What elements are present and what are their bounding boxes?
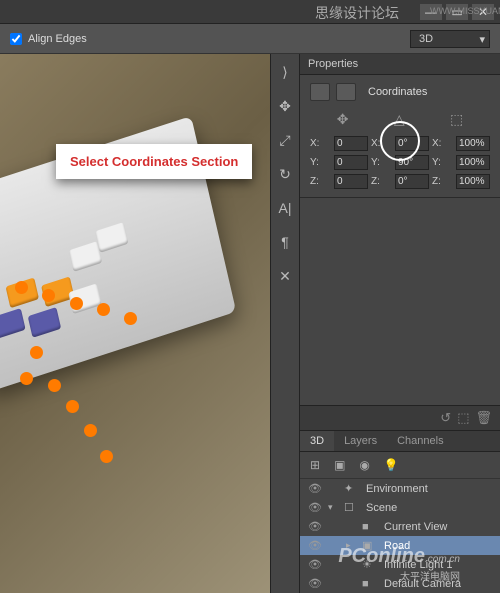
x-scale-input[interactable] (456, 136, 490, 151)
x-rot-label: X: (371, 138, 392, 149)
type-icon: ■ (362, 578, 378, 590)
visibility-icon[interactable]: 👁 (308, 501, 322, 514)
collapsed-panel-strip: ⟩ ✥ ⤢ ↻ A| ¶ ✕ (270, 54, 300, 593)
item-label: Environment (366, 483, 428, 495)
tab-channels[interactable]: Channels (387, 431, 453, 451)
path-point[interactable] (15, 281, 28, 294)
item-label: Scene (366, 502, 397, 514)
coordinates-heading: Coordinates (368, 86, 427, 98)
scene-item-scene[interactable]: 👁 ▾ ☐ Scene (300, 498, 500, 517)
path-point[interactable] (70, 297, 83, 310)
path-point[interactable] (100, 450, 113, 463)
y-pos-label: Y: (310, 157, 331, 168)
workspace-select[interactable]: 3D (410, 30, 490, 48)
properties-tab[interactable]: Properties (300, 54, 500, 75)
tool-paragraph-icon[interactable]: ¶ (275, 232, 295, 252)
item-label: Infinite Light 1 (384, 559, 453, 571)
path-point[interactable] (20, 372, 33, 385)
properties-footer: ↺ ⬚ 🗑 (300, 405, 500, 431)
bottom-panel-tabs: 3D Layers Channels (300, 431, 500, 452)
z-scale-input[interactable] (456, 174, 490, 189)
render-icon[interactable]: ⬚ (457, 410, 469, 426)
coordinates-grid: X: X: X: Y: Y: Y: Z: Z: Z: (310, 136, 490, 189)
tab-layers[interactable]: Layers (334, 431, 387, 451)
path-point[interactable] (84, 424, 97, 437)
item-label: Current View (384, 521, 447, 533)
expand-icon[interactable]: ⟩ (275, 62, 295, 82)
path-point[interactable] (30, 346, 43, 359)
z-pos-input[interactable] (334, 174, 368, 189)
y-scale-label: Y: (432, 157, 453, 168)
path-point[interactable] (66, 400, 79, 413)
canvas-area[interactable]: Select Coordinates Section (0, 54, 270, 593)
right-panels: Properties Coordinates ✥ △ ⬚ X: X: X: Y:… (300, 54, 500, 593)
visibility-icon[interactable]: 👁 (308, 539, 322, 552)
filter-light-icon[interactable]: 💡 (384, 458, 399, 472)
align-edges-label: Align Edges (28, 33, 87, 45)
title-bar: 思缘设计论坛 WWW.MISSYUAN.COM — ▭ ✕ (0, 0, 500, 24)
site-url: WWW.MISSYUAN.COM (430, 6, 500, 16)
type-icon: ■ (362, 521, 378, 533)
path-point[interactable] (48, 379, 61, 392)
z-rot-label: Z: (371, 176, 392, 187)
visibility-icon[interactable]: 👁 (308, 558, 322, 571)
scene-tree: 👁 ✦ Environment 👁 ▾ ☐ Scene 👁 ■ Current View 👁 ▸ ▣ Ro… (300, 479, 500, 593)
path-point[interactable] (97, 303, 110, 316)
options-bar: Align Edges 3D (0, 24, 500, 54)
tool-scale-icon[interactable]: ⤢ (275, 130, 295, 150)
scene-item-default-camera[interactable]: 👁 ■ Default Camera (300, 574, 500, 593)
tool-rotate-icon[interactable]: ↻ (275, 164, 295, 184)
path-point[interactable] (42, 289, 55, 302)
rotation-icon: △ (394, 111, 405, 128)
item-label: Default Camera (384, 578, 461, 590)
visibility-icon[interactable]: 👁 (308, 482, 322, 495)
z-pos-label: Z: (310, 176, 331, 187)
3d-filter-row: ⊞ ▣ ◉ 💡 (300, 452, 500, 479)
type-icon: ☀ (362, 558, 378, 571)
annotation-callout: Select Coordinates Section (56, 144, 252, 179)
align-edges-checkbox[interactable]: Align Edges (10, 33, 87, 45)
y-rot-input[interactable] (395, 155, 429, 170)
z-rot-input[interactable] (395, 174, 429, 189)
y-rot-label: Y: (371, 157, 392, 168)
scene-item-current-view[interactable]: 👁 ■ Current View (300, 517, 500, 536)
visibility-icon[interactable]: 👁 (308, 520, 322, 533)
trash-icon[interactable]: 🗑 (475, 410, 492, 426)
reset-icon[interactable]: ↺ (440, 410, 451, 426)
expand-icon[interactable]: ▸ (346, 540, 356, 551)
type-icon: ▣ (362, 539, 378, 552)
item-label: Road (384, 540, 410, 552)
coordinates-button[interactable] (336, 83, 356, 101)
scene-item-environment[interactable]: 👁 ✦ Environment (300, 479, 500, 498)
scale-icon: ⬚ (450, 111, 463, 128)
filter-material-icon[interactable]: ◉ (359, 458, 369, 472)
x-scale-label: X: (432, 138, 453, 149)
expand-icon[interactable]: ▾ (328, 502, 338, 513)
type-icon: ✦ (344, 482, 360, 495)
z-scale-label: Z: (432, 176, 453, 187)
x-pos-input[interactable] (334, 136, 368, 151)
align-edges-input[interactable] (10, 33, 22, 45)
filter-scene-icon[interactable]: ⊞ (310, 458, 320, 472)
properties-panel: Coordinates ✥ △ ⬚ X: X: X: Y: Y: Y: Z: Z… (300, 75, 500, 198)
forum-title: 思缘设计论坛 (315, 3, 399, 23)
tool-move-icon[interactable]: ✥ (275, 96, 295, 116)
canvas-background (0, 54, 270, 593)
y-scale-input[interactable] (456, 155, 490, 170)
type-icon: ☐ (344, 501, 360, 514)
filter-mesh-icon[interactable]: ▣ (334, 458, 345, 472)
scene-item-road[interactable]: 👁 ▸ ▣ Road (300, 536, 500, 555)
visibility-icon[interactable]: 👁 (308, 577, 322, 590)
position-icon: ✥ (337, 111, 349, 128)
x-rot-input[interactable] (395, 136, 429, 151)
tool-measure-icon[interactable]: ✕ (275, 266, 295, 286)
scene-item-infinite-light-1[interactable]: 👁 ☀ Infinite Light 1 (300, 555, 500, 574)
tab-3d[interactable]: 3D (300, 431, 334, 451)
tool-text-icon[interactable]: A| (275, 198, 295, 218)
path-point[interactable] (124, 312, 137, 325)
y-pos-input[interactable] (334, 155, 368, 170)
mesh-properties-button[interactable] (310, 83, 330, 101)
x-pos-label: X: (310, 138, 331, 149)
